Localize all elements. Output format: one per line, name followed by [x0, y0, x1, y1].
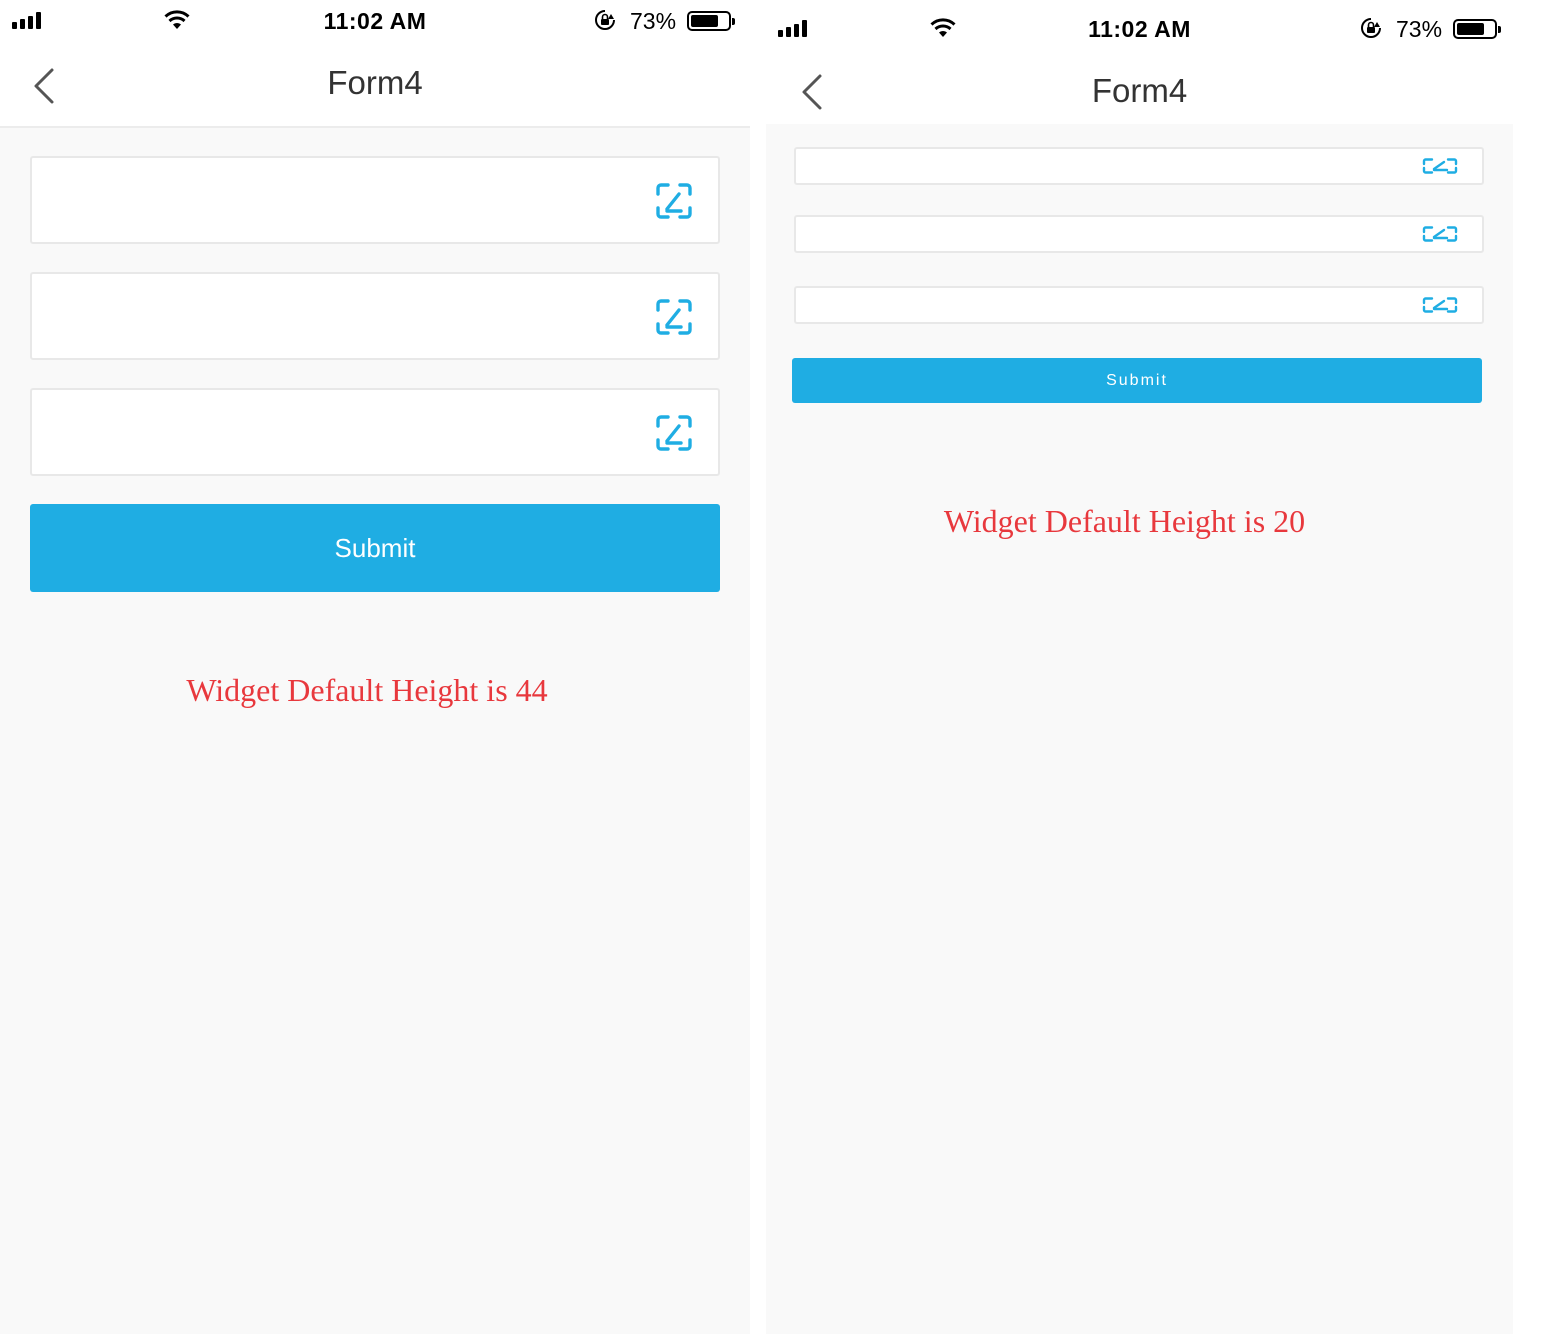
orientation-lock-icon	[595, 10, 615, 30]
edit-icon[interactable]	[1422, 297, 1458, 313]
phone-screen-left: 11:02 AM 73% Form4 Submit Widget Default…	[0, 0, 750, 1334]
caption-text: Widget Default Height is 20	[943, 503, 1306, 539]
orientation-lock-icon	[1361, 18, 1381, 38]
input-field-3[interactable]	[30, 388, 720, 476]
navigation-bar: Form4	[0, 44, 750, 128]
battery-percentage: 73%	[630, 8, 677, 34]
edit-icon[interactable]	[1422, 226, 1458, 242]
battery-percentage: 73%	[1396, 16, 1443, 42]
input-field-3[interactable]	[794, 286, 1484, 324]
text-input[interactable]	[796, 217, 1345, 251]
navigation-bar: Form4	[766, 52, 1513, 124]
edit-icon[interactable]	[655, 182, 693, 220]
submit-button[interactable]: Submit	[792, 358, 1482, 403]
input-field-1[interactable]	[30, 156, 720, 244]
edit-icon[interactable]	[655, 298, 693, 336]
phone-screen-right: 11:02 AM 73% Form4 Submit Widget Default…	[766, 0, 1513, 1334]
input-field-2[interactable]	[794, 215, 1484, 253]
text-input[interactable]	[32, 158, 581, 242]
caption-text: Widget Default Height is 44	[186, 672, 548, 708]
text-input[interactable]	[796, 288, 1345, 322]
text-input[interactable]	[796, 149, 1345, 183]
battery-icon	[687, 11, 735, 31]
input-field-1[interactable]	[794, 147, 1484, 185]
battery-icon	[1453, 19, 1501, 39]
text-input[interactable]	[32, 390, 581, 474]
edit-icon[interactable]	[655, 414, 693, 452]
input-field-2[interactable]	[30, 272, 720, 360]
page-title: Form4	[1091, 72, 1188, 109]
status-bar: 11:02 AM 73%	[0, 0, 750, 44]
page-title: Form4	[327, 64, 423, 101]
submit-button[interactable]: Submit	[30, 504, 720, 592]
edit-icon[interactable]	[1422, 158, 1458, 174]
text-input[interactable]	[32, 274, 581, 358]
status-bar: 11:02 AM 73%	[766, 0, 1513, 52]
